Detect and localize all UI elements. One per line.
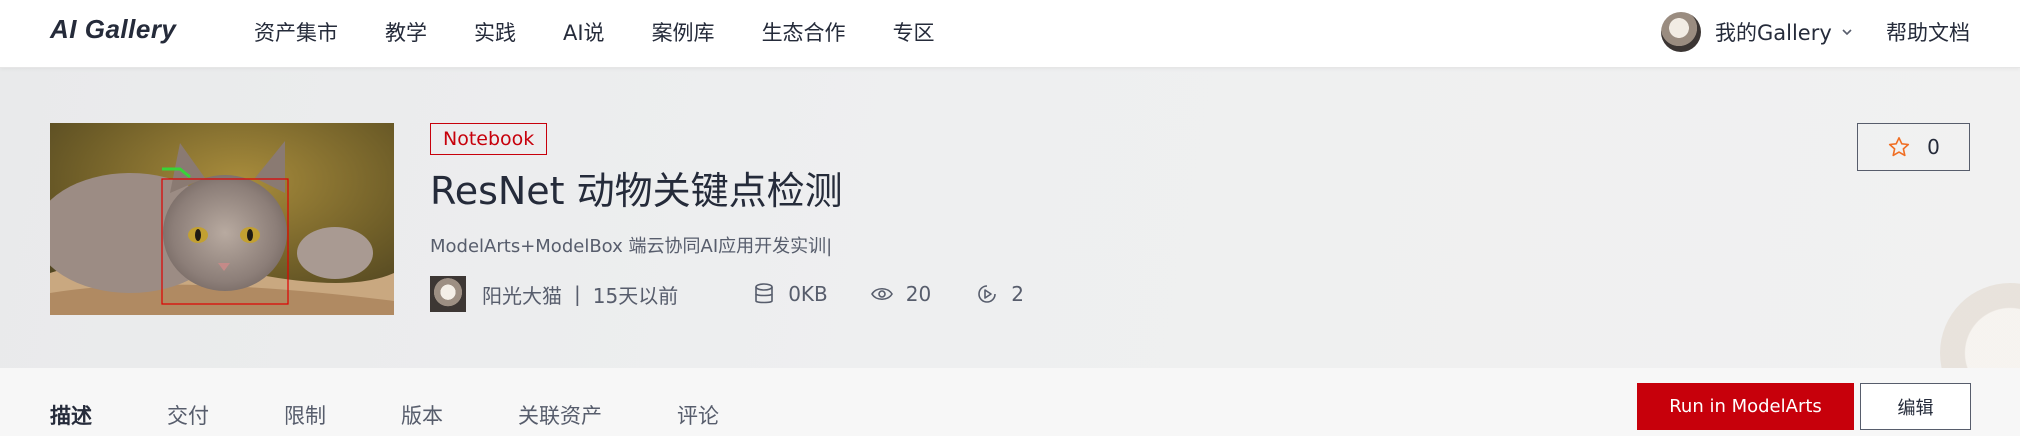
user-menu[interactable]: 我的Gallery: [1661, 11, 1854, 53]
asset-meta: 阳光大猫 | 15天以前 0KB 20 2: [430, 276, 1024, 312]
nav-item-ecosystem[interactable]: 生态合作: [762, 17, 846, 47]
play-circle-icon: [978, 285, 997, 303]
asset-subtitle: ModelArts+ModelBox 端云协同AI应用开发实训|: [430, 236, 833, 257]
asset-title: ResNet 动物关键点检测: [430, 169, 843, 213]
favorite-button[interactable]: 0: [1857, 123, 1970, 171]
decorative-circle: [1940, 283, 2020, 368]
tab-description[interactable]: 描述: [50, 400, 92, 430]
meta-separator: |: [574, 282, 581, 306]
nav-item-case-library[interactable]: 案例库: [652, 17, 715, 47]
main-nav: 资产集市 教学 实践 AI说 案例库 生态合作 专区: [254, 0, 935, 64]
author-avatar[interactable]: [430, 276, 466, 312]
tab-restrictions[interactable]: 限制: [284, 400, 326, 430]
nav-item-asset-market[interactable]: 资产集市: [254, 17, 338, 47]
nav-item-practice[interactable]: 实践: [474, 17, 516, 47]
asset-thumbnail: [50, 123, 394, 315]
asset-size-value: 0KB: [788, 282, 828, 306]
eye-icon: [870, 287, 893, 301]
asset-banner: Notebook ResNet 动物关键点检测 ModelArts+ModelB…: [0, 68, 2020, 368]
edit-button[interactable]: 编辑: [1860, 383, 1971, 430]
logo[interactable]: AI Gallery: [50, 14, 176, 45]
run-in-modelarts-button[interactable]: Run in ModelArts: [1637, 383, 1854, 430]
nav-item-ai-talk[interactable]: AI说: [563, 17, 605, 47]
user-menu-label[interactable]: 我的Gallery: [1715, 17, 1832, 47]
tab-comments[interactable]: 评论: [677, 400, 719, 430]
runs-count: 2: [1011, 282, 1024, 306]
help-docs-link[interactable]: 帮助文档: [1886, 17, 1970, 47]
asset-type-badge: Notebook: [430, 123, 548, 155]
runs-stat: 2: [975, 282, 1024, 306]
views-count: 20: [905, 282, 932, 306]
views-stat: 20: [870, 282, 931, 306]
tabs-bar: 描述 交付 限制 版本 关联资产 评论 Run in ModelArts 编辑: [0, 368, 2020, 436]
detail-tabs: 描述 交付 限制 版本 关联资产 评论: [50, 400, 719, 430]
star-icon[interactable]: [1887, 135, 1911, 159]
chevron-down-icon[interactable]: [1840, 25, 1854, 39]
nav-item-teaching[interactable]: 教学: [385, 17, 427, 47]
top-navigation: AI Gallery 资产集市 教学 实践 AI说 案例库 生态合作 专区 我的…: [0, 0, 2020, 68]
asset-size-stat: 0KB: [752, 282, 828, 306]
author-name[interactable]: 阳光大猫: [482, 280, 562, 309]
tab-versions[interactable]: 版本: [401, 400, 443, 430]
tab-delivery[interactable]: 交付: [167, 400, 209, 430]
user-avatar[interactable]: [1661, 12, 1701, 52]
publish-time: 15天以前: [592, 283, 679, 308]
nav-item-zone[interactable]: 专区: [893, 17, 935, 47]
favorite-count: 0: [1927, 135, 1940, 159]
database-icon: [755, 283, 774, 304]
cat-image: [50, 123, 394, 315]
tab-related-assets[interactable]: 关联资产: [518, 400, 602, 430]
